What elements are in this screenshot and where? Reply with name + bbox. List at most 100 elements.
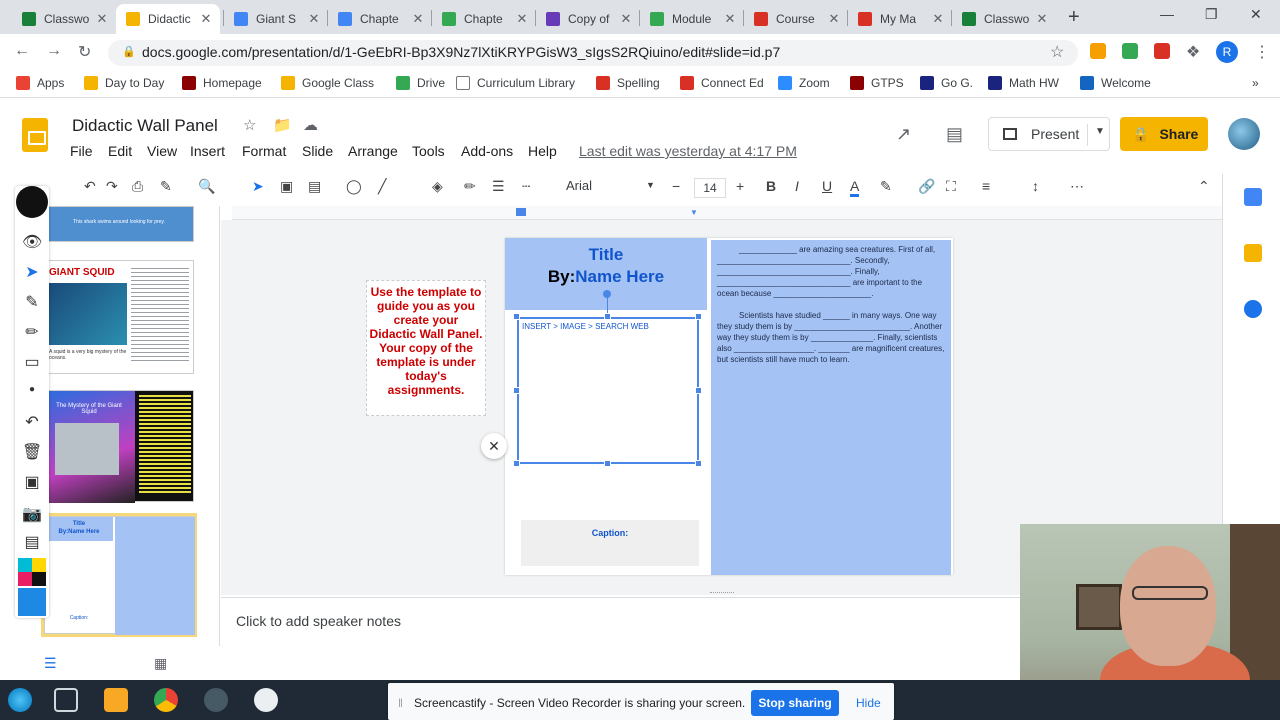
whiteboard-icon[interactable]: ▣: [22, 472, 42, 492]
last-edit-link[interactable]: Last edit was yesterday at 4:17 PM: [579, 143, 797, 159]
notes-resize-handle[interactable]: [710, 592, 734, 595]
file-explorer-icon[interactable]: [104, 688, 128, 712]
text-color-icon[interactable]: A: [850, 178, 860, 197]
caption-box[interactable]: [521, 520, 699, 566]
close-tab-icon[interactable]: ✕: [94, 11, 110, 27]
resize-handle[interactable]: [513, 460, 520, 467]
present-button[interactable]: Present ▼: [988, 117, 1110, 151]
clear-formatting-icon[interactable]: ✕: [481, 433, 507, 459]
drag-handle-icon[interactable]: ‖: [398, 696, 403, 710]
back-icon[interactable]: ←: [14, 42, 30, 60]
browser-tab[interactable]: Module ✕: [640, 4, 744, 34]
menu-tools[interactable]: Tools: [412, 143, 445, 159]
bookmark-item[interactable]: Connect Ed: [680, 76, 764, 90]
image-placeholder-box[interactable]: [517, 317, 699, 464]
slide-title[interactable]: Title: [505, 245, 707, 265]
color-picker-icon[interactable]: [18, 558, 46, 586]
bold-icon[interactable]: B: [766, 178, 776, 194]
highlighter-icon[interactable]: ✏: [22, 322, 42, 342]
browser-tab[interactable]: Classwo ✕: [12, 4, 116, 34]
menu-slide[interactable]: Slide: [302, 143, 333, 159]
close-tab-icon[interactable]: ✕: [618, 11, 634, 27]
line-spacing-icon[interactable]: ↕: [1032, 178, 1039, 194]
browser-tab[interactable]: Chapte ✕: [432, 4, 536, 34]
grid-view-icon[interactable]: ▦: [154, 655, 167, 672]
slide-byline[interactable]: By:Name Here: [505, 267, 707, 287]
bookmark-item[interactable]: Day to Day: [84, 76, 164, 90]
stop-sharing-button[interactable]: Stop sharing: [751, 690, 839, 716]
document-title[interactable]: Didactic Wall Panel: [72, 116, 218, 136]
line-icon[interactable]: ╱: [378, 178, 386, 195]
close-tab-icon[interactable]: ✕: [410, 11, 426, 27]
tasks-icon[interactable]: [1244, 300, 1262, 318]
highlight-icon[interactable]: ✎: [880, 178, 892, 195]
close-tab-icon[interactable]: ✕: [722, 11, 738, 27]
increase-font-icon[interactable]: +: [736, 178, 744, 194]
extension-icon[interactable]: [1090, 43, 1106, 59]
image-hint-text[interactable]: INSERT > IMAGE > SEARCH WEB: [522, 322, 649, 331]
browser-tab[interactable]: My Ma ✕: [848, 4, 952, 34]
pen-size-icon[interactable]: ●: [22, 384, 42, 395]
calendar-icon[interactable]: [1244, 188, 1262, 206]
slides-logo-icon[interactable]: [22, 118, 48, 152]
hide-button[interactable]: Hide: [856, 696, 881, 710]
menu-arrange[interactable]: Arrange: [348, 143, 398, 159]
menu-edit[interactable]: Edit: [108, 143, 132, 159]
share-button[interactable]: 🔒 Share: [1120, 117, 1208, 151]
browser-tab[interactable]: Course ✕: [744, 4, 848, 34]
browser-menu-icon[interactable]: ⋮: [1254, 42, 1270, 62]
undo-icon[interactable]: ↶: [84, 178, 96, 195]
close-tab-icon[interactable]: ✕: [930, 11, 946, 27]
redo-icon[interactable]: ↷: [106, 178, 118, 195]
menu-insert[interactable]: Insert: [190, 143, 225, 159]
slide-thumbnail[interactable]: This shark swims around looking for prey…: [44, 206, 194, 242]
activity-trend-icon[interactable]: ↗: [896, 124, 911, 145]
star-icon[interactable]: ☆: [243, 116, 256, 134]
zoom-icon[interactable]: 🔍: [198, 178, 215, 195]
screencastify-extension-icon[interactable]: [1154, 43, 1170, 59]
instructions-note[interactable]: Use the template to guide you as you cre…: [366, 280, 486, 416]
cursor-icon[interactable]: ➤: [22, 262, 42, 282]
paint-format-icon[interactable]: ✎: [160, 178, 172, 195]
collapse-toolbar-icon[interactable]: ⌃: [1198, 178, 1210, 195]
decrease-font-icon[interactable]: −: [672, 178, 680, 194]
speaker-notes-placeholder[interactable]: Click to add speaker notes: [236, 613, 401, 629]
border-weight-icon[interactable]: ☰: [492, 178, 505, 195]
reload-icon[interactable]: ↻: [78, 42, 91, 62]
resize-handle[interactable]: [695, 313, 702, 320]
chrome-icon[interactable]: [154, 688, 178, 712]
menu-addons[interactable]: Add-ons: [461, 143, 513, 159]
border-color-icon[interactable]: ✏: [464, 178, 476, 195]
bookmark-item[interactable]: Welcome: [1080, 76, 1151, 90]
close-tab-icon[interactable]: ✕: [306, 11, 322, 27]
chevron-down-icon[interactable]: ▼: [1095, 126, 1105, 137]
more-bookmarks-icon[interactable]: »: [1252, 76, 1259, 90]
bookmark-item[interactable]: Math HW: [988, 76, 1059, 90]
pen-app-icon[interactable]: [254, 688, 278, 712]
color-swatch-icon[interactable]: [18, 588, 46, 616]
camera-icon[interactable]: 📷: [22, 504, 42, 524]
profile-avatar[interactable]: R: [1216, 41, 1238, 63]
cloud-status-icon[interactable]: ☁: [303, 116, 318, 134]
bookmark-item[interactable]: Go G.: [920, 76, 973, 90]
resize-handle[interactable]: [695, 387, 702, 394]
close-tab-icon[interactable]: ✕: [826, 11, 842, 27]
extensions-puzzle-icon[interactable]: ❖: [1186, 42, 1200, 62]
browser-tab[interactable]: Chapte ✕: [328, 4, 432, 34]
menu-help[interactable]: Help: [528, 143, 557, 159]
border-dash-icon[interactable]: ┄: [522, 178, 530, 195]
move-folder-icon[interactable]: 📁: [273, 116, 292, 134]
comment-add-icon[interactable]: ⛶: [946, 178, 956, 195]
minimize-icon[interactable]: —: [1160, 6, 1174, 22]
menu-format[interactable]: Format: [242, 143, 286, 159]
browser-tab[interactable]: Giant S ✕: [224, 4, 328, 34]
bookmark-item[interactable]: GTPS: [850, 76, 904, 90]
resize-handle[interactable]: [604, 313, 611, 320]
more-options-icon[interactable]: ⋯: [1070, 178, 1084, 195]
new-tab-button[interactable]: +: [1068, 6, 1080, 29]
shape-icon[interactable]: ◯: [346, 178, 362, 195]
task-view-icon[interactable]: [54, 688, 78, 712]
extension-icon[interactable]: [1122, 43, 1138, 59]
resize-handle[interactable]: [604, 460, 611, 467]
filmstrip-view-icon[interactable]: ☰: [44, 655, 57, 672]
